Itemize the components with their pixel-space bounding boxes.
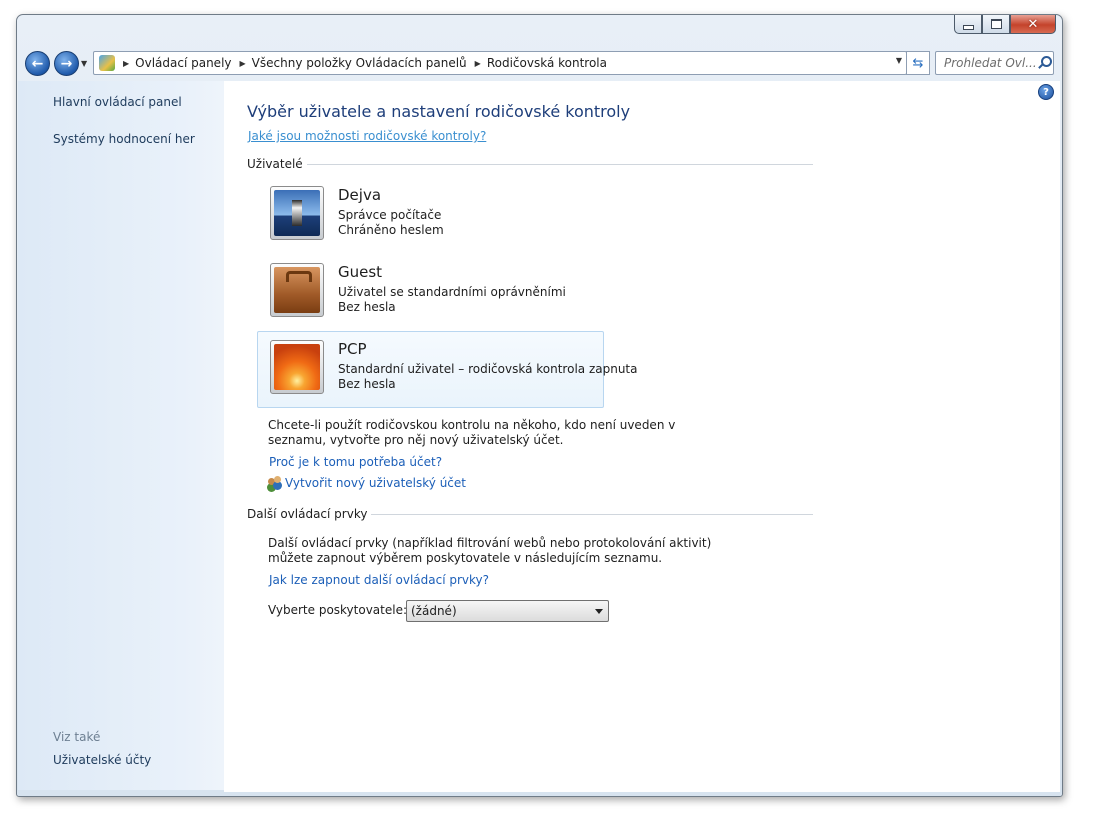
- refresh-button[interactable]: ⇆: [906, 51, 930, 75]
- control-panel-icon: [99, 55, 115, 71]
- minimize-button[interactable]: [954, 15, 982, 34]
- chevron-down-icon: [595, 608, 603, 614]
- breadcrumb-separator-icon[interactable]: ▶: [240, 59, 246, 68]
- maximize-icon: [990, 19, 1002, 29]
- breadcrumb-parental-controls[interactable]: Rodičovská kontrola: [487, 56, 607, 70]
- forward-button[interactable]: →: [54, 51, 79, 76]
- lighthouse-picture: [274, 190, 320, 236]
- sidebar-link-control-panel-home[interactable]: Hlavní ovládací panel: [53, 95, 182, 109]
- more-controls-section-label: Další ovládací prvky: [247, 507, 368, 521]
- no-user-explanation: Chcete-li použít rodičovskou kontrolu na…: [268, 418, 675, 448]
- refresh-icon: ⇆: [912, 55, 924, 71]
- users-section-header: Uživatelé: [247, 157, 813, 171]
- users-section-label: Uživatelé: [247, 157, 303, 171]
- more-controls-section-header: Další ovládací prvky: [247, 507, 813, 521]
- sidebar: Hlavní ovládací panel Systémy hodnocení …: [18, 81, 224, 790]
- close-icon: ✕: [1027, 16, 1039, 32]
- breadcrumb-separator-icon[interactable]: ▶: [123, 59, 129, 68]
- sidebar-link-user-accounts[interactable]: Uživatelské účty: [53, 753, 151, 767]
- users-icon: [267, 476, 283, 490]
- flower-picture: [274, 344, 320, 390]
- user-card-guest[interactable]: Guest Uživatel se standardními oprávnění…: [257, 254, 604, 331]
- more-controls-link[interactable]: Jak lze zapnout další ovládací prvky?: [269, 573, 489, 587]
- create-account-link[interactable]: Vytvořit nový uživatelský účet: [267, 476, 466, 490]
- recent-pages-dropdown-icon[interactable]: ▼: [81, 59, 87, 68]
- provider-select[interactable]: (žádné): [406, 600, 609, 622]
- page-title: Výběr uživatele a nastavení rodičovské k…: [247, 102, 631, 121]
- more-controls-text-line1: Další ovládací prvky (například filtrová…: [268, 536, 712, 550]
- breadcrumb-separator-icon[interactable]: ▶: [475, 59, 481, 68]
- user-password-status: Bez hesla: [338, 300, 396, 314]
- back-button[interactable]: ←: [25, 51, 50, 76]
- control-panel-window: ✕ ← → ▼ ▶ Ovládací panely ▶ Všechny polo…: [16, 14, 1063, 797]
- provider-label: Vyberte poskytovatele:: [268, 603, 408, 617]
- more-controls-explanation: Další ovládací prvky (například filtrová…: [268, 536, 711, 566]
- navigation-bar: ← → ▼ ▶ Ovládací panely ▶ Všechny položk…: [17, 45, 1062, 79]
- user-name: Dejva: [338, 186, 382, 204]
- see-also-heading: Viz také: [53, 730, 101, 744]
- why-account-link[interactable]: Proč je k tomu potřeba účet?: [269, 455, 442, 469]
- user-name: Guest: [338, 263, 383, 281]
- close-button[interactable]: ✕: [1010, 15, 1056, 34]
- user-password-status: Chráněno heslem: [338, 223, 444, 237]
- no-user-text-line2: seznamu, vytvořte pro něj nový uživatels…: [268, 433, 564, 447]
- user-card-pcp[interactable]: PCP Standardní uživatel – rodičovská kon…: [257, 331, 637, 408]
- user-card-dejva[interactable]: Dejva Správce počítače Chráněno heslem: [257, 177, 604, 254]
- no-user-text-line1: Chcete-li použít rodičovskou kontrolu na…: [268, 418, 676, 432]
- minimize-icon: [962, 24, 974, 30]
- forward-arrow-icon: →: [60, 55, 73, 72]
- address-history-dropdown-icon[interactable]: ▼: [896, 56, 902, 65]
- avatar: [270, 263, 324, 317]
- suitcase-picture: [274, 267, 320, 313]
- parental-controls-options-link[interactable]: Jaké jsou možnosti rodičovské kontroly?: [248, 129, 486, 143]
- search-placeholder: Prohledat Ovl...: [944, 56, 1037, 70]
- maximize-button[interactable]: [982, 15, 1010, 34]
- user-role: Standardní uživatel – rodičovská kontrol…: [338, 362, 638, 376]
- user-role: Správce počítače: [338, 208, 442, 222]
- user-role: Uživatel se standardními oprávněními: [338, 285, 566, 299]
- main-content: ? Výběr uživatele a nastavení rodičovské…: [224, 81, 1060, 792]
- section-divider: [371, 513, 813, 515]
- help-icon[interactable]: ?: [1038, 84, 1054, 100]
- avatar: [270, 186, 324, 240]
- section-divider: [306, 163, 813, 165]
- breadcrumb-all-items[interactable]: Všechny položky Ovládacích panelů: [252, 56, 467, 70]
- sidebar-link-game-rating-systems[interactable]: Systémy hodnocení her: [53, 132, 195, 146]
- search-input[interactable]: Prohledat Ovl...: [935, 51, 1054, 75]
- breadcrumb-control-panel[interactable]: Ovládací panely: [135, 56, 231, 70]
- search-icon[interactable]: [1037, 56, 1053, 70]
- back-arrow-icon: ←: [31, 55, 44, 72]
- address-bar[interactable]: ▶ Ovládací panely ▶ Všechny položky Ovlá…: [93, 51, 907, 75]
- caption-buttons: ✕: [954, 15, 1056, 35]
- create-account-label: Vytvořit nový uživatelský účet: [285, 476, 466, 490]
- avatar: [270, 340, 324, 394]
- more-controls-text-line2: můžete zapnout výběrem poskytovatele v n…: [268, 551, 663, 565]
- user-password-status: Bez hesla: [338, 377, 396, 391]
- provider-selected-value: (žádné): [411, 604, 457, 618]
- user-name: PCP: [338, 340, 367, 358]
